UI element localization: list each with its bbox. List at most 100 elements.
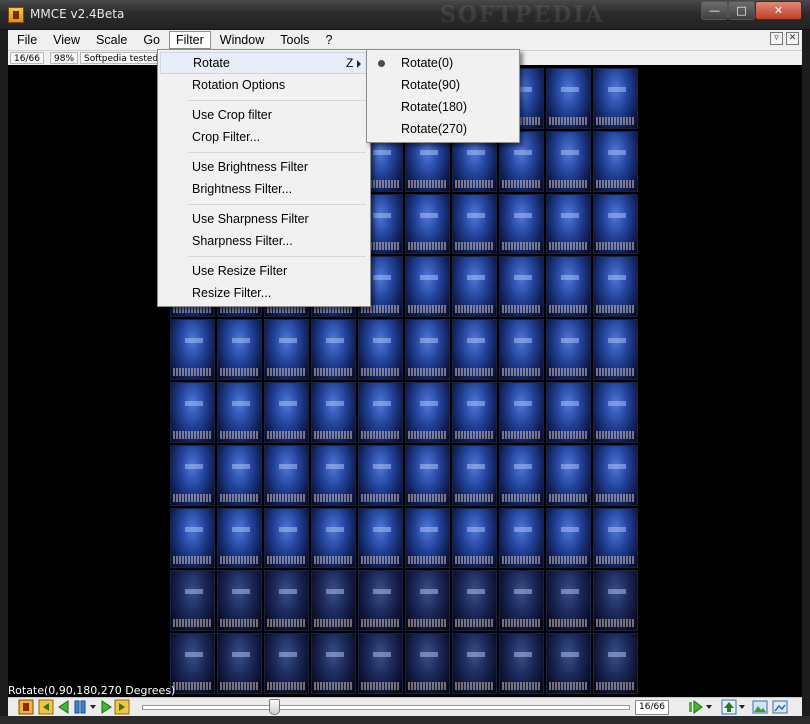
maximize-button[interactable]: □: [728, 1, 755, 20]
thumbnail[interactable]: [452, 319, 497, 380]
thumbnail[interactable]: [170, 570, 215, 632]
menu-scale[interactable]: Scale: [89, 31, 134, 49]
thumbnail[interactable]: [311, 570, 356, 632]
rotate-0-item[interactable]: Rotate(0): [369, 52, 517, 74]
thumbnail[interactable]: [264, 444, 309, 506]
thumbnail[interactable]: [405, 444, 450, 506]
thumbnail[interactable]: [546, 444, 591, 506]
thumbnail[interactable]: [311, 381, 356, 443]
up-arrow-icon[interactable]: [721, 699, 737, 715]
mdi-menu-button[interactable]: ▿: [770, 32, 783, 45]
thumbnail[interactable]: [358, 507, 403, 569]
thumbnail[interactable]: [358, 633, 403, 694]
menu-rotate[interactable]: Rotate Z: [160, 52, 368, 74]
thumbnail[interactable]: [264, 570, 309, 632]
thumbnail[interactable]: [546, 381, 591, 443]
thumbnail[interactable]: [452, 633, 497, 694]
thumbnail[interactable]: [593, 444, 638, 506]
first-page-icon[interactable]: [38, 699, 54, 715]
thumbnail[interactable]: [452, 381, 497, 443]
thumbnail[interactable]: [217, 381, 262, 443]
thumbnail[interactable]: [358, 381, 403, 443]
thumbnail[interactable]: [311, 319, 356, 380]
thumbnail[interactable]: [217, 319, 262, 380]
thumbnail[interactable]: [499, 633, 544, 694]
thumbnail[interactable]: [546, 130, 591, 192]
menu-window[interactable]: Window: [213, 31, 271, 49]
menu-resize-filter[interactable]: Resize Filter...: [160, 282, 368, 304]
chevron-down-icon[interactable]: [90, 705, 96, 709]
menu-sharpness-filter[interactable]: Sharpness Filter...: [160, 230, 368, 252]
thumbnail[interactable]: [499, 193, 544, 255]
thumbnail[interactable]: [499, 319, 544, 380]
thumbnail[interactable]: [311, 444, 356, 506]
rotate-180-item[interactable]: Rotate(180): [369, 96, 517, 118]
image-icon[interactable]: [752, 699, 768, 715]
menu-use-resize-filter[interactable]: Use Resize Filter: [160, 260, 368, 282]
rotate-90-item[interactable]: Rotate(90): [369, 74, 517, 96]
thumbnail[interactable]: [405, 193, 450, 255]
thumbnail[interactable]: [452, 256, 497, 318]
thumbnail[interactable]: [546, 319, 591, 380]
thumbnail[interactable]: [217, 570, 262, 632]
menu-filter[interactable]: Filter: [169, 31, 211, 49]
thumbnail[interactable]: [264, 381, 309, 443]
thumbnail[interactable]: [405, 570, 450, 632]
thumbnail[interactable]: [593, 570, 638, 632]
app-menu-icon[interactable]: [18, 699, 34, 715]
thumbnail[interactable]: [405, 381, 450, 443]
thumbnail[interactable]: [264, 319, 309, 380]
thumbnail[interactable]: [546, 633, 591, 694]
thumbnail[interactable]: [311, 507, 356, 569]
thumbnail[interactable]: [452, 507, 497, 569]
prev-page-icon[interactable]: [56, 699, 72, 715]
page-slider-thumb[interactable]: [268, 699, 280, 715]
last-page-icon[interactable]: [114, 699, 130, 715]
thumbnail[interactable]: [170, 633, 215, 694]
image-canvas[interactable]: Rotate(0,90,180,270 Degrees): [8, 65, 802, 697]
thumbnail[interactable]: [593, 68, 638, 129]
thumbnail[interactable]: [499, 507, 544, 569]
thumbnail[interactable]: [264, 507, 309, 569]
thumbnail[interactable]: [358, 319, 403, 380]
menu-crop-filter[interactable]: Crop Filter...: [160, 126, 368, 148]
thumbnail[interactable]: [499, 256, 544, 318]
thumbnail[interactable]: [358, 444, 403, 506]
mdi-close-button[interactable]: ✕: [786, 32, 799, 45]
thumbnail[interactable]: [311, 633, 356, 694]
chevron-down-icon[interactable]: [739, 705, 745, 709]
thumbnail[interactable]: [546, 193, 591, 255]
thumbnail[interactable]: [499, 444, 544, 506]
thumbnail[interactable]: [405, 319, 450, 380]
thumbnail[interactable]: [358, 570, 403, 632]
thumbnail[interactable]: [264, 633, 309, 694]
thumbnail[interactable]: [546, 256, 591, 318]
thumbnail[interactable]: [593, 319, 638, 380]
menu-go[interactable]: Go: [136, 31, 167, 49]
minimize-button[interactable]: —: [701, 1, 728, 20]
play-icon[interactable]: [688, 699, 704, 715]
thumbnail[interactable]: [593, 193, 638, 255]
rotate-270-item[interactable]: Rotate(270): [369, 118, 517, 140]
pause-icon[interactable]: [72, 699, 88, 715]
thumbnail[interactable]: [593, 256, 638, 318]
thumbnail[interactable]: [170, 319, 215, 380]
thumbnail[interactable]: [546, 507, 591, 569]
thumbnail[interactable]: [170, 507, 215, 569]
thumbnail[interactable]: [217, 633, 262, 694]
thumbnail[interactable]: [217, 507, 262, 569]
thumbnail[interactable]: [452, 444, 497, 506]
menu-use-sharpness-filter[interactable]: Use Sharpness Filter: [160, 208, 368, 230]
menu-rotation-options[interactable]: Rotation Options: [160, 74, 368, 96]
menu-use-brightness-filter[interactable]: Use Brightness Filter: [160, 156, 368, 178]
next-page-icon[interactable]: [98, 699, 114, 715]
menu-tools[interactable]: Tools: [273, 31, 316, 49]
close-button[interactable]: ✕: [755, 1, 802, 20]
fullscreen-image-icon[interactable]: [772, 699, 788, 715]
menu-help[interactable]: ?: [318, 31, 339, 49]
thumbnail[interactable]: [546, 570, 591, 632]
thumbnail[interactable]: [499, 381, 544, 443]
thumbnail[interactable]: [405, 507, 450, 569]
thumbnail[interactable]: [593, 507, 638, 569]
thumbnail[interactable]: [593, 130, 638, 192]
